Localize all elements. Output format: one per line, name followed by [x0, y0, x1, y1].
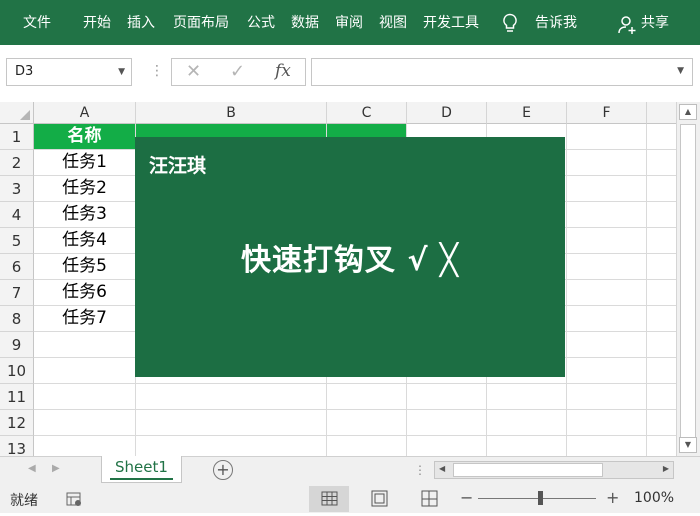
expand-formula-icon[interactable]: ▼	[677, 66, 684, 76]
row-header-8[interactable]: 8	[0, 306, 34, 332]
macro-record-icon[interactable]	[66, 491, 82, 511]
row-header-1[interactable]: 1	[0, 124, 34, 150]
zoom-slider[interactable]	[478, 498, 596, 499]
column-header-g[interactable]	[647, 102, 676, 124]
row-header-7[interactable]: 7	[0, 280, 34, 306]
normal-view-button[interactable]	[309, 486, 349, 512]
cell-a8[interactable]: 任务7	[34, 306, 136, 332]
cell-a6[interactable]: 任务5	[34, 254, 136, 280]
column-header-e[interactable]: E	[487, 102, 567, 124]
tab-data[interactable]: 数据	[291, 14, 319, 32]
title-banner: 汪汪琪 快速打钩叉 √ ╳	[135, 137, 565, 377]
row-header-4[interactable]: 4	[0, 202, 34, 228]
cancel-icon[interactable]: ✕	[186, 61, 201, 82]
zoom-slider-thumb[interactable]	[538, 491, 543, 505]
tab-page-layout[interactable]: 页面布局	[173, 14, 229, 32]
zoom-level[interactable]: 100%	[634, 490, 674, 506]
scroll-down-button[interactable]: ▼	[679, 437, 697, 453]
column-header-f[interactable]: F	[567, 102, 647, 124]
cell-a1[interactable]: 名称	[34, 124, 136, 150]
enter-icon[interactable]: ✓	[230, 61, 245, 82]
ribbon: 文件 开始 插入 页面布局 公式 数据 审阅 视图 开发工具 告诉我 共享	[0, 0, 700, 45]
row-header-2[interactable]: 2	[0, 150, 34, 176]
column-header-d[interactable]: D	[407, 102, 487, 124]
cell-a2[interactable]: 任务1	[34, 150, 136, 176]
horizontal-scroll-thumb[interactable]	[453, 463, 603, 477]
column-header-a[interactable]: A	[34, 102, 136, 124]
sheet-tab-sheet1[interactable]: Sheet1	[101, 456, 182, 483]
vertical-scrollbar[interactable]: ▲ ▼	[676, 102, 700, 456]
chevron-down-icon[interactable]: ▼	[118, 59, 125, 85]
column-header-c[interactable]: C	[327, 102, 407, 124]
drag-handle-icon[interactable]: ⋮	[150, 63, 164, 79]
tab-home[interactable]: 开始	[83, 14, 111, 32]
sheet-tab-bar: ◀ ▶ Sheet1 + ⋮ ◀ ▶	[0, 456, 700, 485]
name-box-value: D3	[15, 64, 34, 79]
row-header-3[interactable]: 3	[0, 176, 34, 202]
tell-me-search[interactable]: 告诉我	[535, 14, 577, 32]
author-name: 汪汪琪	[149, 155, 207, 177]
page-layout-view-button[interactable]	[359, 486, 399, 512]
tab-formulas[interactable]: 公式	[247, 14, 275, 32]
prev-sheet-icon[interactable]: ◀	[28, 463, 36, 474]
row-header-11[interactable]: 11	[0, 384, 34, 410]
column-header-b[interactable]: B	[136, 102, 327, 124]
formula-input[interactable]: ▼	[311, 58, 693, 86]
row-header-6[interactable]: 6	[0, 254, 34, 280]
next-sheet-icon[interactable]: ▶	[52, 463, 60, 474]
normal-view-icon	[321, 491, 338, 506]
row-header-9[interactable]: 9	[0, 332, 34, 358]
cell-a9[interactable]	[34, 332, 136, 358]
status-bar: 就绪 − + 100%	[0, 485, 700, 513]
row-header-13[interactable]: 13	[0, 436, 34, 456]
share-button[interactable]: 共享	[641, 14, 669, 32]
cell-a11[interactable]	[34, 384, 136, 410]
vertical-scroll-thumb[interactable]	[680, 124, 696, 442]
horizontal-scrollbar[interactable]: ◀ ▶	[434, 461, 674, 479]
zoom-out-icon[interactable]: −	[460, 488, 473, 507]
scroll-left-button[interactable]: ◀	[439, 464, 445, 473]
page-layout-icon	[371, 490, 388, 507]
name-box[interactable]: D3 ▼	[6, 58, 132, 86]
tab-developer[interactable]: 开发工具	[423, 14, 479, 32]
tab-review[interactable]: 审阅	[335, 14, 363, 32]
cell-f1[interactable]	[567, 124, 647, 150]
page-break-icon	[421, 490, 438, 507]
row-header-5[interactable]: 5	[0, 228, 34, 254]
lightbulb-icon[interactable]	[501, 13, 519, 39]
tab-view[interactable]: 视图	[379, 14, 407, 32]
zoom-in-icon[interactable]: +	[606, 488, 619, 507]
person-icon[interactable]	[618, 15, 638, 39]
cell-a5[interactable]: 任务4	[34, 228, 136, 254]
insert-function-button[interactable]: fx	[275, 61, 291, 81]
scroll-right-button[interactable]: ▶	[663, 464, 669, 473]
cell-a7[interactable]: 任务6	[34, 280, 136, 306]
cell-a4[interactable]: 任务3	[34, 202, 136, 228]
row-header-12[interactable]: 12	[0, 410, 34, 436]
cell-a13[interactable]	[34, 436, 136, 456]
tab-file[interactable]: 文件	[23, 14, 51, 32]
status-mode: 就绪	[10, 493, 38, 509]
row-header-10[interactable]: 10	[0, 358, 34, 384]
cell-g1[interactable]	[647, 124, 676, 150]
tab-insert[interactable]: 插入	[127, 14, 155, 32]
cell-a3[interactable]: 任务2	[34, 176, 136, 202]
scroll-up-button[interactable]: ▲	[679, 104, 697, 120]
split-handle-icon[interactable]: ⋮	[414, 463, 426, 477]
add-sheet-icon[interactable]: +	[213, 460, 233, 480]
select-all-button[interactable]	[0, 102, 34, 124]
banner-headline: 快速打钩叉 √ ╳	[241, 243, 459, 278]
formula-buttons: ✕ ✓ fx	[171, 58, 306, 86]
page-break-view-button[interactable]	[409, 486, 449, 512]
cell-a12[interactable]	[34, 410, 136, 436]
cell-a10[interactable]	[34, 358, 136, 384]
